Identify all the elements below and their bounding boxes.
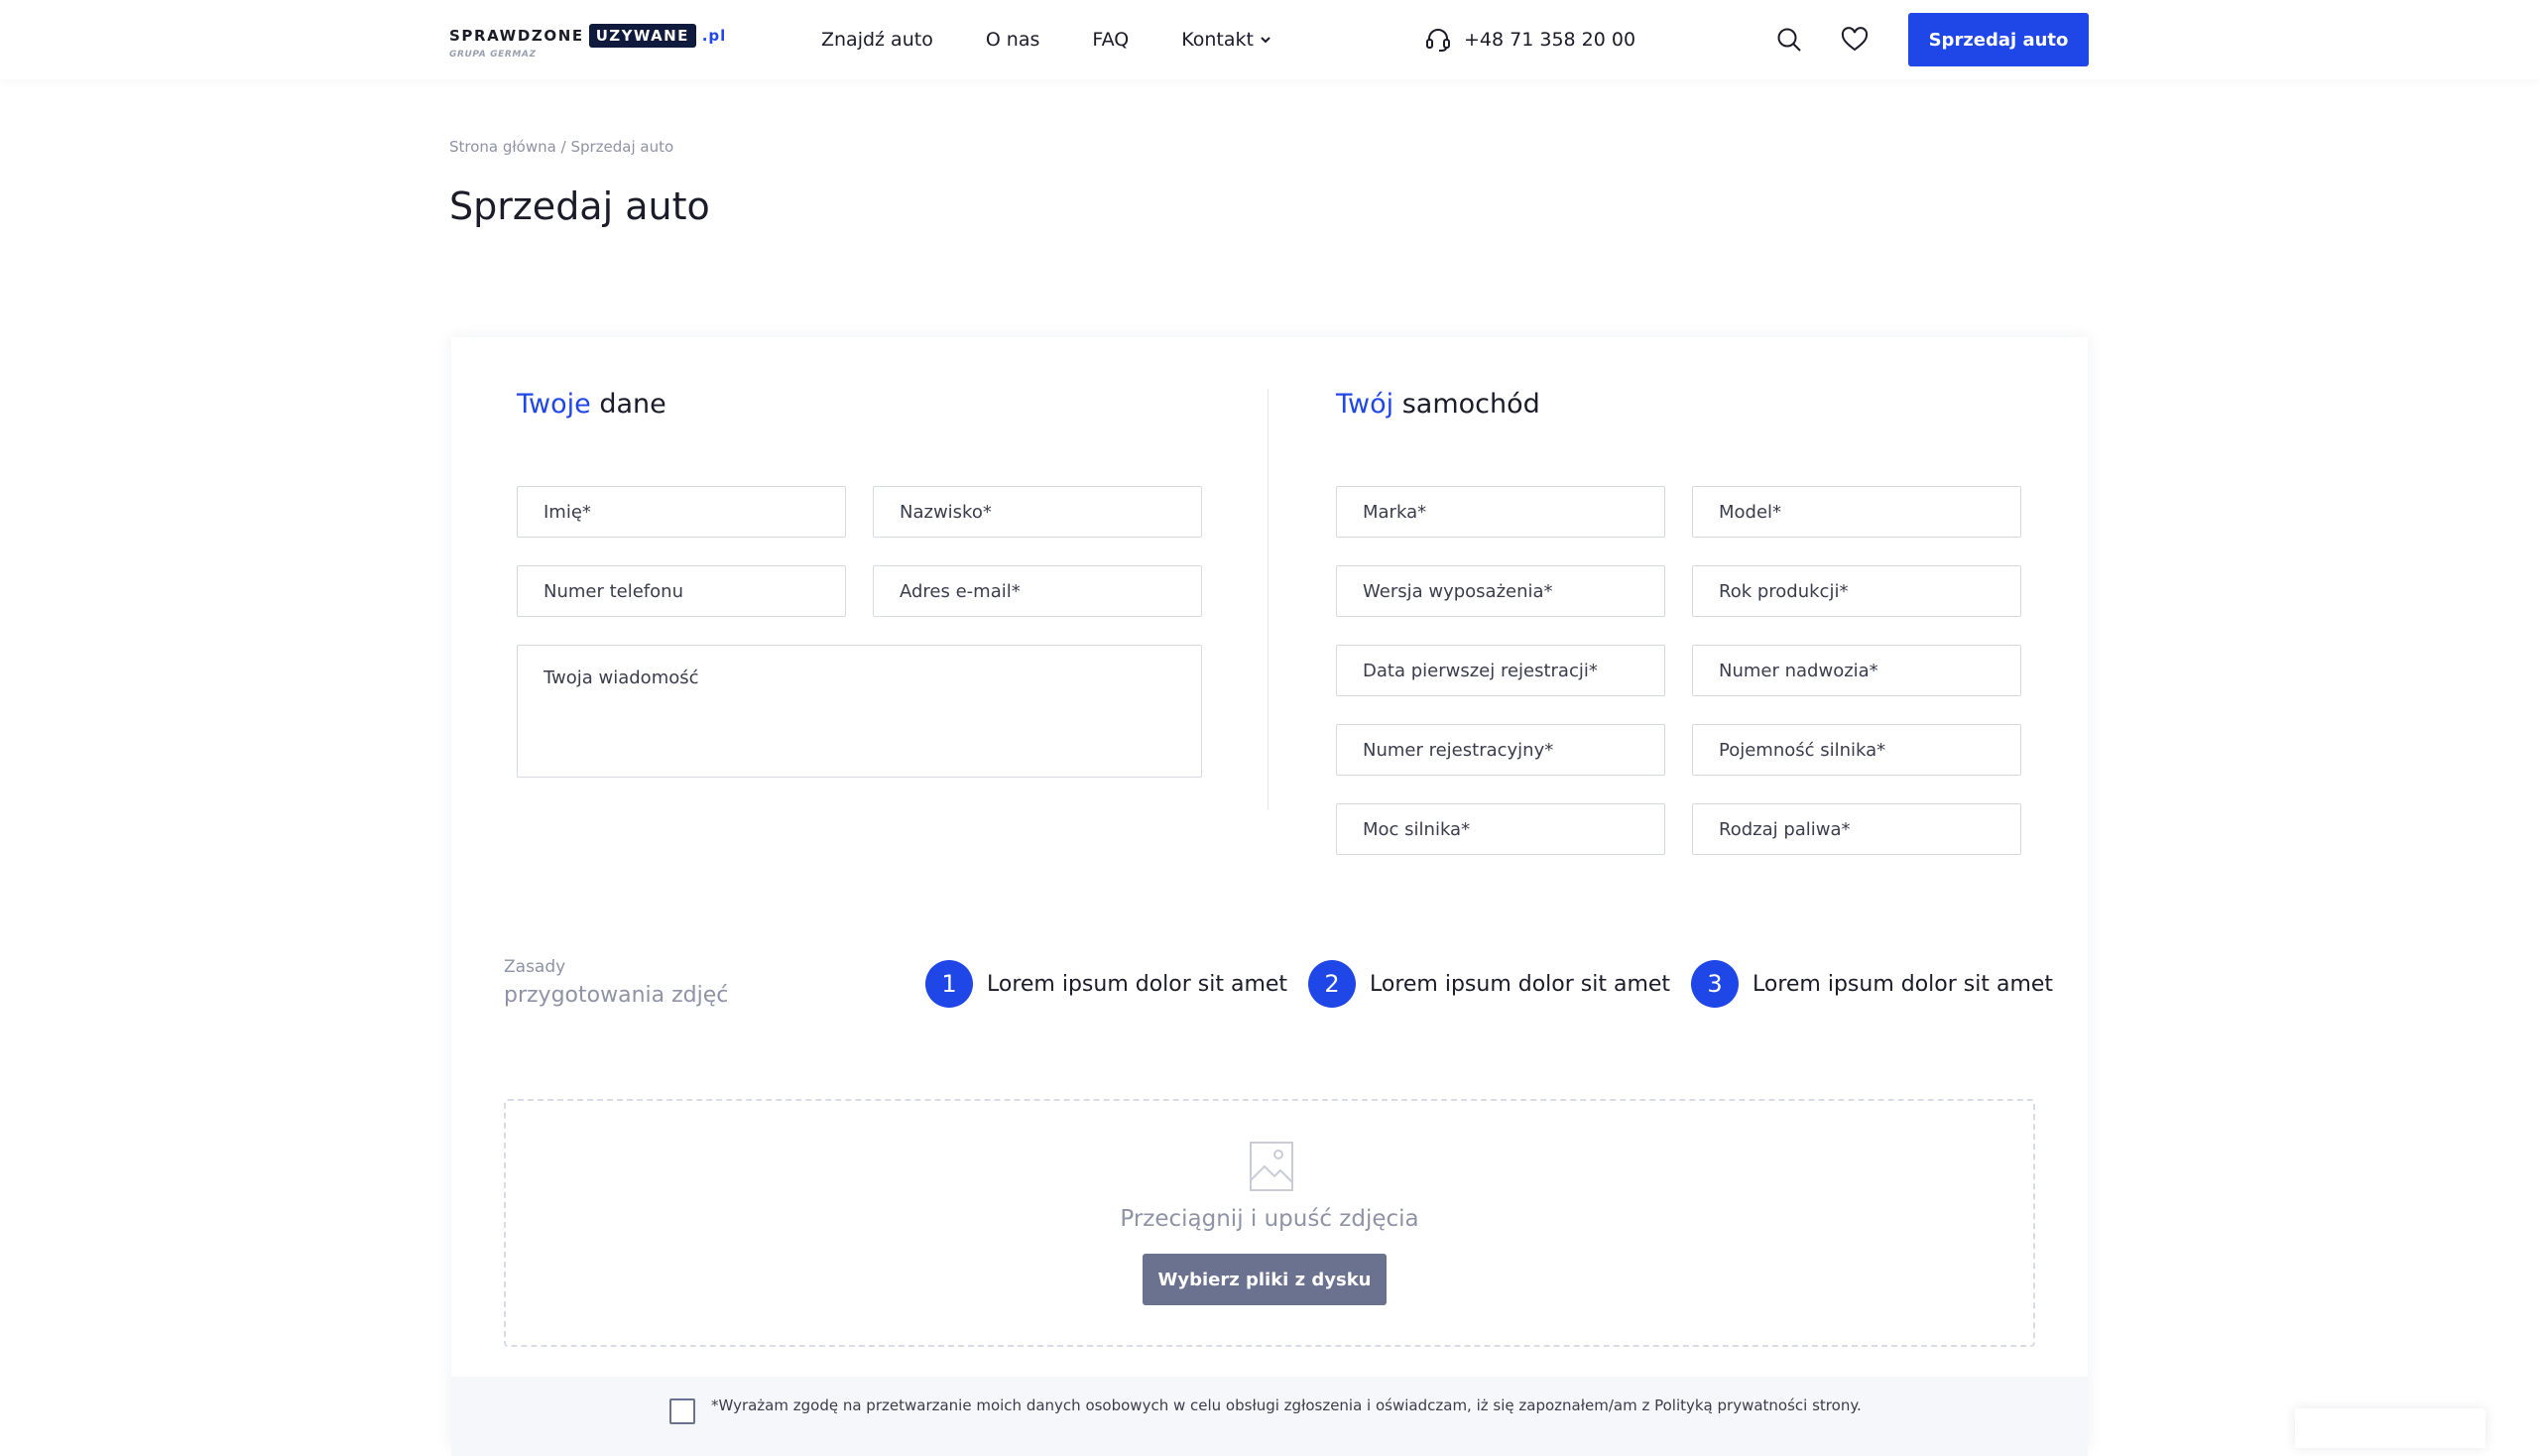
field-placeholder: Nazwisko* (900, 501, 992, 523)
field-placeholder: Rok produkcji* (1719, 580, 1849, 602)
field-placeholder: Marka* (1363, 501, 1427, 523)
field-placeholder: Adres e-mail* (900, 580, 1021, 602)
page-title: Sprzedaj auto (449, 184, 710, 228)
photo-rules-label-line2: przygotowania zdjęć (504, 983, 729, 1008)
trim-field[interactable]: Wersja wyposażenia* (1336, 565, 1665, 617)
step-number: 3 (1691, 960, 1739, 1008)
nav-item-contact[interactable]: Kontakt (1181, 29, 1271, 51)
step-text: Lorem ipsum dolor sit amet (987, 971, 1288, 997)
nav-item-faq[interactable]: FAQ (1092, 29, 1129, 51)
field-placeholder: Pojemność silnika* (1719, 739, 1886, 761)
consent-bar: *Wyrażam zgodę na przetwarzanie moich da… (451, 1377, 2088, 1456)
car-section-title: Twój samochód (1336, 389, 1540, 420)
photo-rule-step: 3 Lorem ipsum dolor sit amet (1691, 960, 2053, 1008)
choose-files-button[interactable]: Wybierz pliki z dysku (1143, 1254, 1387, 1305)
engine-power-field[interactable]: Moc silnika* (1336, 803, 1665, 855)
photo-dropzone[interactable]: Przeciągnij i upuść zdjęcia Wybierz plik… (504, 1099, 2035, 1347)
title-rest: samochód (1401, 389, 1540, 420)
consent-text: *Wyrażam zgodę na przetwarzanie moich da… (711, 1396, 1862, 1414)
search-icon (1777, 28, 1801, 52)
step-number: 2 (1308, 960, 1356, 1008)
year-field[interactable]: Rok produkcji* (1692, 565, 2021, 617)
title-rest: dane (599, 389, 666, 420)
sell-form-card: Twoje dane Imię* Nazwisko* Numer telefon… (451, 337, 2088, 1456)
nav-item-about[interactable]: O nas (986, 29, 1040, 51)
heart-icon (1841, 27, 1869, 52)
headset-icon (1426, 29, 1450, 52)
phone-field[interactable]: Numer telefonu (517, 565, 846, 617)
site-header: SPRAWDZONE UZYWANE .pl GRUPA GERMAZ Znaj… (0, 0, 2539, 79)
field-placeholder: Model* (1719, 501, 1782, 523)
fuel-type-field[interactable]: Rodzaj paliwa* (1692, 803, 2021, 855)
phone-number: +48 71 358 20 00 (1464, 29, 1636, 51)
logo-word-1: SPRAWDZONE (449, 27, 584, 45)
field-placeholder: Numer nadwozia* (1719, 660, 1878, 681)
field-placeholder: Wersja wyposażenia* (1363, 580, 1553, 602)
first-registration-field[interactable]: Data pierwszej rejestracji* (1336, 645, 1665, 696)
step-text: Lorem ipsum dolor sit amet (1753, 971, 2054, 997)
make-field[interactable]: Marka* (1336, 486, 1665, 538)
field-placeholder: Numer rejestracyjny* (1363, 739, 1554, 761)
step-text: Lorem ipsum dolor sit amet (1370, 971, 1671, 997)
model-field[interactable]: Model* (1692, 486, 2021, 538)
plate-field[interactable]: Numer rejestracyjny* (1336, 724, 1665, 776)
search-button[interactable] (1775, 26, 1803, 54)
breadcrumb: Strona główna / Sprzedaj auto (449, 138, 673, 156)
field-placeholder: Data pierwszej rejestracji* (1363, 660, 1598, 681)
photo-rule-step: 2 Lorem ipsum dolor sit amet (1308, 960, 1670, 1008)
title-accent: Twój (1336, 389, 1394, 420)
section-divider (1268, 389, 1269, 810)
phone-link[interactable]: +48 71 358 20 00 (1424, 0, 1635, 79)
chevron-down-icon (1261, 37, 1270, 44)
nav-label: Znajdź auto (821, 29, 933, 51)
image-placeholder-icon (1250, 1142, 1293, 1191)
field-placeholder: Rodzaj paliwa* (1719, 818, 1851, 840)
floating-widget-tab[interactable] (2295, 1408, 2485, 1448)
photo-rule-step: 1 Lorem ipsum dolor sit amet (925, 960, 1287, 1008)
field-placeholder: Numer telefonu (544, 580, 683, 602)
email-field[interactable]: Adres e-mail* (873, 565, 1202, 617)
logo-word-2: UZYWANE (588, 24, 696, 48)
last-name-field[interactable]: Nazwisko* (873, 486, 1202, 538)
vin-field[interactable]: Numer nadwozia* (1692, 645, 2021, 696)
favorites-button[interactable] (1841, 26, 1869, 54)
site-logo[interactable]: SPRAWDZONE UZYWANE .pl GRUPA GERMAZ (449, 22, 726, 60)
breadcrumb-current: Sprzedaj auto (570, 138, 674, 156)
nav-label: FAQ (1092, 29, 1130, 51)
personal-section-title: Twoje dane (517, 389, 666, 420)
field-placeholder: Imię* (544, 501, 591, 523)
main-nav: Znajdź auto O nas FAQ Kontakt (821, 0, 1324, 79)
field-placeholder: Twoja wiadomość (544, 667, 699, 688)
message-textarea[interactable]: Twoja wiadomość (517, 645, 1202, 778)
consent-checkbox[interactable] (669, 1398, 695, 1424)
first-name-field[interactable]: Imię* (517, 486, 846, 538)
photo-rules-label-line1: Zasady (504, 957, 566, 977)
logo-subtitle: GRUPA GERMAZ (449, 50, 537, 60)
nav-label: O nas (985, 29, 1040, 51)
nav-item-find-car[interactable]: Znajdź auto (821, 29, 933, 51)
logo-tld: .pl (701, 27, 727, 45)
step-number: 1 (925, 960, 973, 1008)
title-accent: Twoje (517, 389, 591, 420)
nav-label: Kontakt (1181, 29, 1254, 51)
engine-capacity-field[interactable]: Pojemność silnika* (1692, 724, 2021, 776)
dropzone-text: Przeciągnij i upuść zdjęcia (1120, 1206, 1419, 1232)
breadcrumb-home[interactable]: Strona główna (449, 138, 556, 156)
sell-car-button[interactable]: Sprzedaj auto (1908, 13, 2089, 66)
photo-rules-label: Zasady przygotowania zdjęć (504, 957, 728, 1008)
field-placeholder: Moc silnika* (1363, 818, 1471, 840)
breadcrumb-separator: / (560, 138, 566, 156)
